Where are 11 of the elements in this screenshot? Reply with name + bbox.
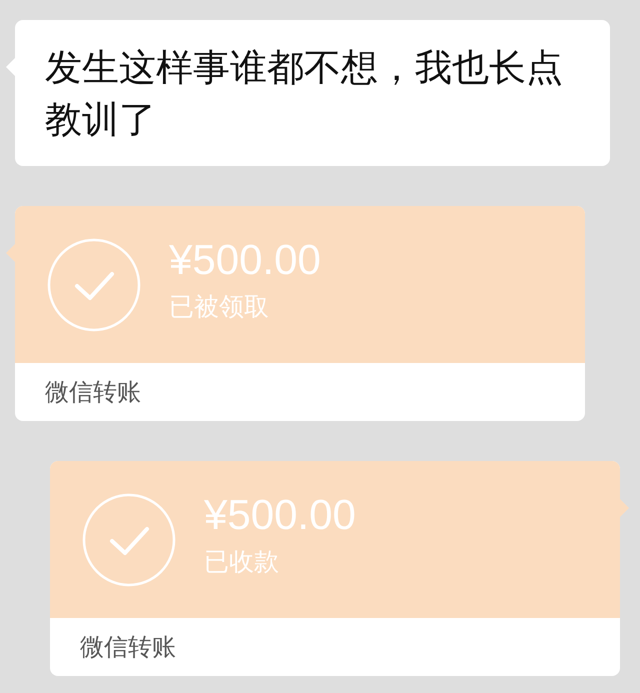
- check-circle-icon: [47, 238, 141, 332]
- transfer-amount: ¥500.00: [204, 490, 356, 540]
- message-text: 发生这样事谁都不想，我也长点教训了: [45, 46, 563, 141]
- transfer-amount: ¥500.00: [169, 234, 321, 284]
- transfer-card[interactable]: ¥500.00 已被领取 微信转账: [15, 206, 585, 421]
- transfer-card[interactable]: ¥500.00 已收款 微信转账: [50, 461, 620, 676]
- check-circle-icon: [82, 492, 176, 586]
- transfer-label: 微信转账: [45, 377, 141, 408]
- transfer-label: 微信转账: [80, 632, 176, 663]
- transfer-status: 已收款: [204, 546, 280, 578]
- transfer-status: 已被领取: [169, 290, 270, 322]
